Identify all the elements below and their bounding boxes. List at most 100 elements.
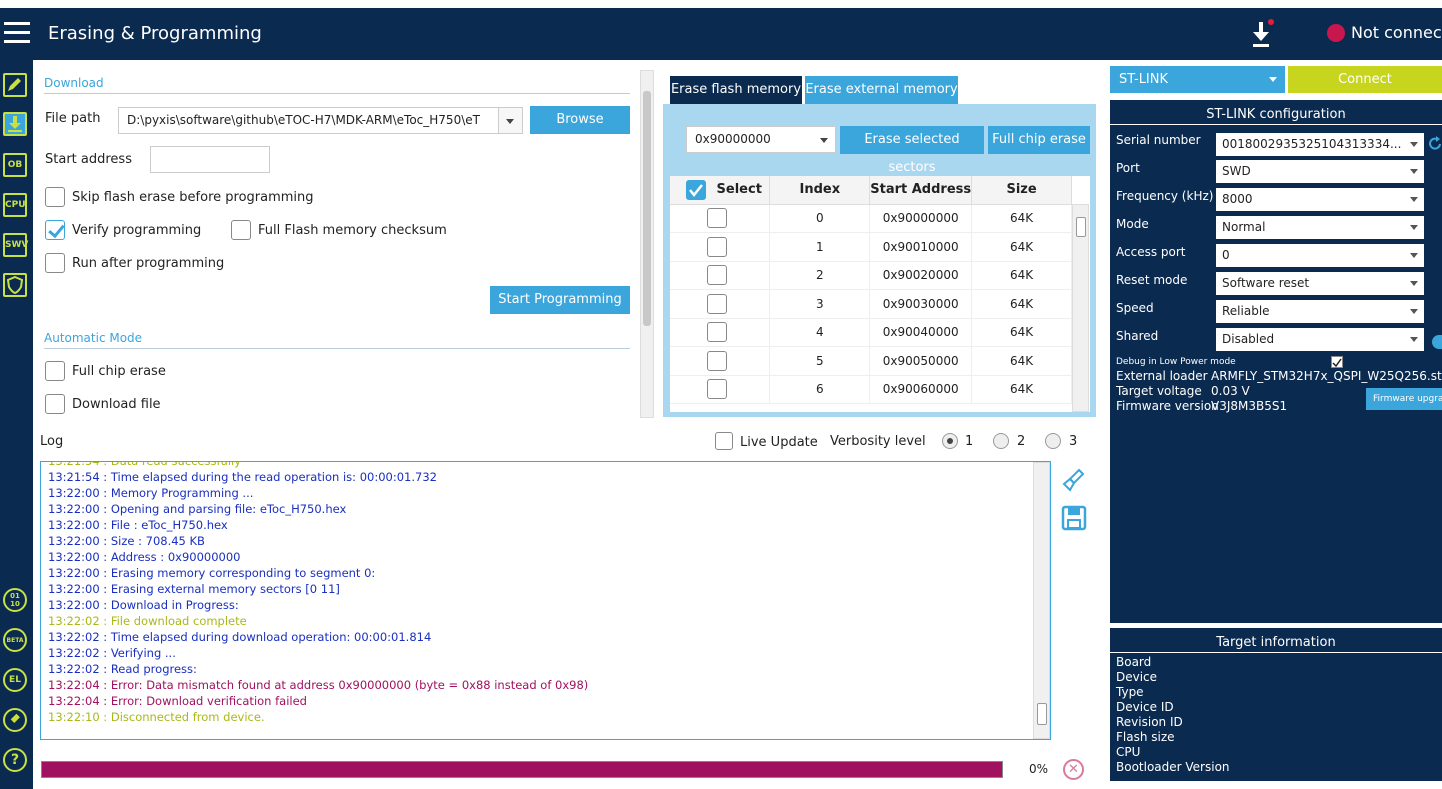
interface-select[interactable]: ST-LINK <box>1110 66 1285 93</box>
target-flash-size-label: Flash size <box>1116 730 1175 744</box>
erase-full-chip-button[interactable]: Full chip erase <box>988 126 1090 154</box>
skip-erase-checkbox[interactable] <box>45 187 65 207</box>
serial-number-label: Serial number <box>1116 133 1201 147</box>
automatic-mode-title: Automatic Mode <box>44 331 630 349</box>
serial-number-select[interactable]: 0018002935325104313334... <box>1216 133 1424 156</box>
sidebar-item-option-bytes[interactable]: OB <box>3 153 27 177</box>
start-address-input[interactable] <box>150 146 270 173</box>
table-row[interactable]: 1 0x90010000 64K <box>670 232 1072 262</box>
log-scrollbar[interactable] <box>1033 462 1050 739</box>
log-line: 13:22:00 : Size : 708.45 KB <box>48 534 205 548</box>
log-console[interactable]: 13:21:54 : Data read successfully 13:21:5… <box>40 461 1051 740</box>
mode-select[interactable]: Normal <box>1216 216 1424 239</box>
sidebar-item-el[interactable]: EL <box>3 668 27 692</box>
table-row[interactable]: 4 0x90040000 64K <box>670 318 1072 347</box>
log-line: 13:22:02 : Time elapsed during download … <box>48 630 432 644</box>
save-log-icon[interactable] <box>1061 505 1087 531</box>
speed-select[interactable]: Reliable <box>1216 300 1424 323</box>
start-programming-button[interactable]: Start Programming <box>490 286 630 314</box>
sidebar-item-help[interactable]: ? <box>3 748 27 772</box>
row-checkbox[interactable] <box>707 265 727 286</box>
tab-erase-external[interactable]: Erase external memory <box>805 76 958 104</box>
log-line: 13:22:00 : Erasing memory corresponding … <box>48 566 376 580</box>
connect-button[interactable]: Connect <box>1288 66 1442 93</box>
sidebar-item-swv[interactable]: SWV <box>3 233 28 257</box>
row-checkbox[interactable] <box>707 208 727 229</box>
sidebar-item-cpu[interactable]: CPU <box>3 193 27 217</box>
select-all-checkbox[interactable] <box>686 179 706 200</box>
chevron-down-icon[interactable] <box>498 108 522 133</box>
tab-erase-flash[interactable]: Erase flash memory <box>670 76 802 104</box>
file-path-input[interactable]: D:\pyxis\software\github\eTOC-H7\MDK-ARM… <box>118 107 523 134</box>
row-checkbox[interactable] <box>707 322 727 343</box>
access-port-label: Access port <box>1116 245 1186 259</box>
sidebar-item-beta[interactable]: BETA <box>3 628 27 652</box>
scroll-thumb[interactable] <box>1037 703 1047 725</box>
row-checkbox[interactable] <box>707 350 727 371</box>
scroll-thumb[interactable] <box>643 91 651 326</box>
debug-low-power-checkbox[interactable] <box>1331 356 1343 368</box>
run-after-checkbox[interactable] <box>45 253 65 273</box>
sidebar-item-erasing-programming[interactable] <box>3 112 27 136</box>
clear-log-icon[interactable] <box>1061 467 1087 493</box>
download-status-icon[interactable] <box>1246 18 1276 52</box>
refresh-icon[interactable] <box>1428 135 1442 153</box>
column-select[interactable]: Select <box>670 176 771 205</box>
log-line: 13:22:04 : Error: Data mismatch found at… <box>48 678 589 692</box>
table-row[interactable]: 5 0x90050000 64K <box>670 346 1072 376</box>
column-size: Size <box>971 176 1072 205</box>
cancel-icon[interactable]: ✕ <box>1063 759 1084 780</box>
table-row[interactable]: 2 0x90020000 64K <box>670 261 1072 290</box>
sidebar-item-memory-edit[interactable] <box>3 73 27 97</box>
auto-download-file-checkbox[interactable] <box>45 394 65 414</box>
access-port-select[interactable]: 0 <box>1216 244 1424 267</box>
external-loader-label: External loader <box>1116 369 1208 383</box>
sidebar-item-binary[interactable]: 01 10 <box>3 588 27 612</box>
start-address-label: Start address <box>45 152 132 167</box>
stlink-config-title: ST-LINK configuration <box>1110 107 1442 125</box>
port-label: Port <box>1116 161 1140 175</box>
row-checkbox[interactable] <box>707 236 727 257</box>
port-select[interactable]: SWD <box>1216 160 1424 183</box>
live-update-label: Live Update <box>740 435 818 450</box>
shared-select[interactable]: Disabled <box>1216 328 1424 351</box>
left-panel-scrollbar[interactable] <box>640 70 654 418</box>
frequency-select[interactable]: 8000 <box>1216 188 1424 211</box>
target-cpu-label: CPU <box>1116 745 1141 759</box>
sidebar-item-plugin[interactable] <box>3 708 27 732</box>
erase-selected-sectors-button[interactable]: Erase selected sectors <box>840 126 984 175</box>
reset-mode-label: Reset mode <box>1116 273 1188 287</box>
sectors-table: Select Index Start Address Size 0 0x90000… <box>670 176 1090 412</box>
sidebar: OB CPU SWV 01 10 BETA EL ? <box>0 60 33 789</box>
row-checkbox[interactable] <box>707 379 727 400</box>
target-device-id-label: Device ID <box>1116 700 1174 714</box>
menu-icon[interactable] <box>4 22 30 44</box>
verbosity-level-2: 2 <box>1017 434 1026 449</box>
verify-checkbox[interactable] <box>45 220 65 240</box>
table-row[interactable]: 0 0x90000000 64K <box>670 204 1072 233</box>
browse-button[interactable]: Browse <box>530 106 630 134</box>
speed-label: Speed <box>1116 301 1154 315</box>
sidebar-item-security[interactable] <box>3 273 27 297</box>
page-title: Erasing & Programming <box>48 23 262 44</box>
debug-low-power-label: Debug in Low Power mode <box>1116 357 1236 367</box>
full-checksum-checkbox[interactable] <box>231 220 251 240</box>
auto-full-chip-erase-label: Full chip erase <box>72 364 166 379</box>
download-icon <box>8 116 22 132</box>
live-update-checkbox[interactable] <box>715 432 733 450</box>
auto-full-chip-erase-checkbox[interactable] <box>45 361 65 381</box>
table-row[interactable]: 6 0x90060000 64K <box>670 375 1072 404</box>
reset-mode-select[interactable]: Software reset <box>1216 272 1424 295</box>
progress-bar <box>41 761 1003 778</box>
verbosity-radio-3[interactable] <box>1045 433 1061 449</box>
verbosity-radio-1[interactable] <box>942 433 958 449</box>
firmware-upgrade-button[interactable]: Firmware upgra <box>1366 388 1442 410</box>
target-type-label: Type <box>1116 685 1144 699</box>
sectors-scrollbar[interactable] <box>1072 204 1089 412</box>
scroll-thumb[interactable] <box>1076 217 1086 237</box>
table-row[interactable]: 3 0x90030000 64K <box>670 289 1072 319</box>
row-checkbox[interactable] <box>707 293 727 314</box>
verbosity-radio-2[interactable] <box>993 433 1009 449</box>
info-icon[interactable] <box>1432 335 1442 349</box>
sector-address-select[interactable]: 0x90000000 <box>686 126 836 153</box>
